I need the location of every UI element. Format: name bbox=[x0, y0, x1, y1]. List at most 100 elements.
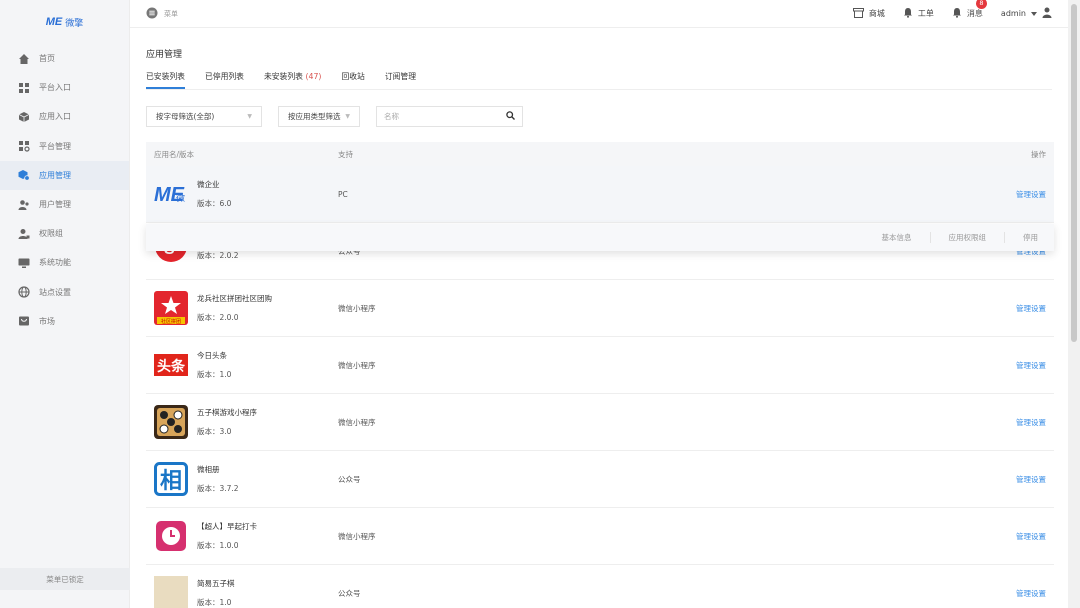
manage-settings-link[interactable]: 管理设置 bbox=[1016, 589, 1046, 598]
message-count-badge: 8 bbox=[975, 0, 987, 9]
manage-settings-link[interactable]: 管理设置 bbox=[1016, 532, 1046, 541]
basic-info-button[interactable]: 基本信息 bbox=[864, 232, 931, 243]
table-row[interactable]: 社区拼团 龙兵社区拼团社区团购 版本：2.0.0 微信小程序 管理设置 bbox=[146, 280, 1054, 337]
menu-label: 菜单 bbox=[164, 9, 178, 18]
sidebar-item-label: 权限组 bbox=[39, 229, 63, 239]
tab-uninstalled[interactable]: 未安装列表 (47) bbox=[264, 71, 321, 89]
menu-icon bbox=[146, 7, 158, 21]
svg-text:微: 微 bbox=[176, 192, 185, 204]
app-version: 版本：2.0.0 bbox=[197, 313, 239, 322]
app-version: 版本：6.0 bbox=[197, 199, 232, 208]
header-support: 支持 bbox=[338, 149, 353, 159]
letter-filter-select[interactable]: 按字母筛选(全部) ▼ bbox=[146, 106, 262, 127]
app-icon-clock bbox=[154, 519, 188, 553]
search-input[interactable] bbox=[384, 112, 494, 121]
tabs: 已安装列表 已停用列表 未安装列表 (47) 回收站 订阅管理 bbox=[146, 71, 1052, 90]
logo-text: 微擎 bbox=[65, 18, 84, 29]
app-support: 微信小程序 bbox=[338, 531, 376, 541]
scrollbar[interactable] bbox=[1068, 0, 1080, 608]
sidebar-item-app-entry[interactable]: 应用入口 bbox=[0, 102, 129, 131]
sidebar-item-label: 用户管理 bbox=[39, 200, 71, 210]
app-version: 版本：3.7.2 bbox=[197, 484, 239, 493]
manage-settings-link[interactable]: 管理设置 bbox=[1016, 190, 1046, 199]
sidebar-item-platform-entry[interactable]: 平台入口 bbox=[0, 73, 129, 102]
table-row[interactable]: 简易五子棋 版本：1.0 公众号 管理设置 bbox=[146, 565, 1054, 608]
app-name: 微企业 bbox=[197, 180, 220, 189]
app-icon-placeholder bbox=[154, 576, 188, 608]
sidebar-item-label: 市场 bbox=[39, 316, 55, 326]
sidebar-item-label: 站点设置 bbox=[39, 287, 71, 297]
type-filter-value: 按应用类型筛选 bbox=[288, 112, 341, 121]
app-name: 【超人】早起打卡 bbox=[197, 522, 257, 531]
tab-label: 订阅管理 bbox=[384, 72, 417, 81]
table-row[interactable]: ME 微 微企业 版本：6.0 PC 管理设置 bbox=[146, 166, 1054, 223]
letter-filter-value: 按字母筛选(全部) bbox=[156, 112, 215, 121]
bell-icon bbox=[903, 7, 913, 20]
tab-recycle[interactable]: 回收站 bbox=[341, 71, 364, 89]
tab-subscription[interactable]: 订阅管理 bbox=[385, 71, 416, 89]
sidebar-item-label: 平台管理 bbox=[39, 141, 71, 151]
app-icon-longbing: 社区拼团 bbox=[154, 291, 188, 325]
user-menu[interactable]: admin bbox=[1001, 7, 1052, 20]
table-row[interactable]: 五子棋游戏小程序 版本：3.0 微信小程序 管理设置 bbox=[146, 394, 1054, 451]
sidebar-item-permission-group[interactable]: 权限组 bbox=[0, 219, 129, 248]
grid-circle-icon bbox=[18, 140, 30, 152]
tab-count: (47) bbox=[305, 72, 322, 81]
tab-label: 未安装列表 bbox=[263, 72, 303, 81]
menu-toggle[interactable]: 菜单 bbox=[146, 7, 178, 21]
sidebar-item-app-manage[interactable]: 应用管理 bbox=[0, 160, 129, 190]
app-icon-toutiao: 头条 bbox=[154, 348, 188, 382]
table-row[interactable]: 相 微相册 版本：3.7.2 公众号 管理设置 bbox=[146, 451, 1054, 508]
market-icon bbox=[18, 315, 30, 327]
tab-label: 已停用列表 bbox=[204, 72, 244, 81]
sidebar-item-system[interactable]: 系统功能 bbox=[0, 248, 129, 277]
header-name: 应用名/版本 bbox=[154, 149, 195, 159]
grid-icon bbox=[18, 82, 30, 94]
manage-settings-link[interactable]: 管理设置 bbox=[1016, 361, 1046, 370]
workorder-label: 工单 bbox=[917, 9, 934, 18]
sidebar-item-home[interactable]: 首页 bbox=[0, 44, 129, 73]
chevron-down-icon: ▼ bbox=[345, 113, 350, 120]
tab-installed[interactable]: 已安装列表 bbox=[146, 71, 185, 89]
tab-disabled[interactable]: 已停用列表 bbox=[205, 71, 244, 89]
app-icon-text: 头条 bbox=[157, 358, 186, 375]
app-version: 版本：1.0 bbox=[197, 370, 232, 379]
sidebar-item-user-manage[interactable]: 用户管理 bbox=[0, 190, 129, 219]
cube-icon bbox=[18, 111, 30, 123]
sidebar-item-market[interactable]: 市场 bbox=[0, 307, 129, 336]
table-row[interactable]: 【超人】早起打卡 版本：1.0.0 微信小程序 管理设置 bbox=[146, 508, 1054, 565]
manage-settings-link[interactable]: 管理设置 bbox=[1016, 475, 1046, 484]
workorder-link[interactable]: 工单 bbox=[903, 7, 934, 20]
sidebar-item-site-settings[interactable]: 站点设置 bbox=[0, 278, 129, 307]
app-support: 微信小程序 bbox=[338, 303, 376, 313]
table-row[interactable]: 头条 今日头条 版本：1.0 微信小程序 管理设置 bbox=[146, 337, 1054, 394]
user-key-icon bbox=[18, 228, 30, 240]
caret-down-icon bbox=[1031, 9, 1037, 18]
app-version: 版本：3.0 bbox=[197, 427, 232, 436]
disable-button[interactable]: 停用 bbox=[1005, 232, 1040, 243]
type-filter-select[interactable]: 按应用类型筛选 ▼ bbox=[278, 106, 360, 127]
logo[interactable]: ME 微擎 bbox=[0, 0, 129, 44]
users-icon bbox=[18, 199, 30, 211]
message-bell-icon bbox=[952, 7, 962, 20]
filters: 按字母筛选(全部) ▼ 按应用类型筛选 ▼ bbox=[146, 106, 1052, 127]
sidebar-item-label: 系统功能 bbox=[39, 258, 71, 268]
manage-settings-link[interactable]: 管理设置 bbox=[1016, 418, 1046, 427]
app-permission-group-button[interactable]: 应用权限组 bbox=[931, 232, 1005, 243]
search-icon[interactable] bbox=[506, 111, 515, 122]
tab-label: 已安装列表 bbox=[146, 72, 185, 81]
menu-lock-status[interactable]: 菜单已锁定 bbox=[0, 568, 130, 590]
app-icon-album: 相 bbox=[154, 462, 188, 496]
messages-label: 消息 bbox=[966, 9, 983, 18]
sidebar-nav: 首页 平台入口 应用入口 平台管理 应用管理 用户管理 权限组 系统功能 站点设… bbox=[0, 44, 129, 336]
username: admin bbox=[1000, 9, 1026, 18]
app-icon-badge-text: 社区拼团 bbox=[161, 318, 181, 325]
globe-icon bbox=[18, 286, 30, 298]
manage-settings-link[interactable]: 管理设置 bbox=[1016, 304, 1046, 313]
user-avatar-icon bbox=[1042, 7, 1052, 20]
messages-link[interactable]: 消息 8 bbox=[952, 0, 987, 20]
store-link[interactable]: 商城 bbox=[852, 7, 885, 20]
scrollbar-thumb[interactable] bbox=[1071, 4, 1077, 342]
sidebar-item-platform-manage[interactable]: 平台管理 bbox=[0, 132, 129, 161]
app-manage-icon bbox=[18, 169, 30, 182]
